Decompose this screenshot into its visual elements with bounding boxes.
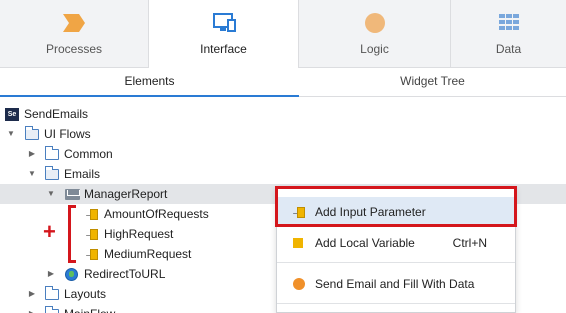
tree-item-label: Emails bbox=[64, 167, 101, 181]
tab-logic[interactable]: Logic bbox=[299, 0, 450, 68]
collapsed-arrow-icon[interactable]: ▶ bbox=[27, 284, 37, 304]
email-icon bbox=[65, 189, 80, 200]
tab-processes[interactable]: Processes bbox=[0, 0, 148, 68]
local-variable-icon bbox=[293, 238, 303, 248]
menu-divider bbox=[277, 262, 515, 263]
tab-processes-label: Processes bbox=[45, 42, 103, 56]
tree-item-sendemails[interactable]: Se SendEmails bbox=[0, 104, 566, 124]
process-chevron-icon bbox=[63, 14, 85, 32]
tree-item-label: Layouts bbox=[64, 287, 107, 301]
tree-item-label: SendEmails bbox=[24, 107, 89, 121]
folder-icon bbox=[44, 286, 59, 300]
annotation-plus: + bbox=[43, 219, 56, 244]
collapsed-arrow-icon[interactable]: ▶ bbox=[27, 304, 37, 313]
tree-item-label: UI Flows bbox=[44, 127, 91, 141]
tab-interface[interactable]: Interface bbox=[148, 0, 299, 69]
tab-data-label: Data bbox=[495, 42, 522, 56]
input-parameter-icon: → bbox=[84, 208, 98, 220]
circle-icon bbox=[364, 13, 385, 33]
annotation-highlight-box bbox=[275, 186, 517, 227]
expanded-arrow-icon[interactable]: ▼ bbox=[6, 124, 16, 144]
action-icon bbox=[293, 278, 305, 290]
tree-item-label: Common bbox=[64, 147, 113, 161]
tab-interface-label: Interface bbox=[200, 42, 247, 56]
subtab-elements[interactable]: Elements bbox=[0, 68, 299, 97]
input-parameter-icon: → bbox=[84, 228, 98, 240]
expanded-arrow-icon[interactable]: ▼ bbox=[27, 164, 37, 184]
tree-item-ui-flows[interactable]: ▼ UI Flows bbox=[0, 124, 566, 144]
subtab-bar: Elements Widget Tree bbox=[0, 68, 566, 97]
subtab-widget-tree[interactable]: Widget Tree bbox=[299, 68, 566, 97]
tree-item-emails[interactable]: ▼ Emails bbox=[0, 164, 566, 184]
menu-item-add-local-variable[interactable]: Add Local Variable Ctrl+N bbox=[277, 228, 515, 258]
top-tab-bar: Processes Interface Logic Data bbox=[0, 0, 566, 69]
collapsed-arrow-icon[interactable]: ▶ bbox=[46, 264, 56, 284]
folder-open-icon bbox=[24, 126, 39, 140]
tab-data[interactable]: Data bbox=[450, 0, 566, 68]
tree-item-label: ManagerReport bbox=[84, 187, 168, 201]
monitor-icon bbox=[212, 13, 236, 32]
input-parameter-icon: → bbox=[84, 248, 98, 260]
collapsed-arrow-icon[interactable]: ▶ bbox=[27, 144, 37, 164]
shortcut-label: Ctrl+N bbox=[452, 236, 487, 250]
menu-item-label: Send Email and Fill With Data bbox=[315, 277, 475, 291]
tree-item-label: RedirectToURL bbox=[84, 267, 166, 281]
tab-logic-label: Logic bbox=[360, 42, 389, 56]
module-icon: Se bbox=[5, 108, 19, 121]
grid-icon bbox=[498, 14, 519, 30]
menu-item-label: Add Local Variable bbox=[315, 236, 415, 250]
folder-icon bbox=[44, 306, 59, 313]
folder-icon bbox=[44, 146, 59, 160]
expanded-arrow-icon[interactable]: ▼ bbox=[46, 184, 56, 204]
tree-item-label: HighRequest bbox=[104, 227, 174, 241]
menu-item-send-email[interactable]: Send Email and Fill With Data bbox=[277, 269, 515, 299]
menu-divider bbox=[277, 303, 515, 304]
globe-icon bbox=[65, 268, 78, 281]
tree-item-label: MainFlow bbox=[64, 304, 115, 313]
annotation-bracket bbox=[68, 205, 76, 263]
tree-item-common[interactable]: ▶ Common bbox=[0, 144, 566, 164]
tree-item-label: AmountOfRequests bbox=[104, 207, 209, 221]
folder-open-icon bbox=[44, 166, 59, 180]
tree-item-label: MediumRequest bbox=[104, 247, 192, 261]
